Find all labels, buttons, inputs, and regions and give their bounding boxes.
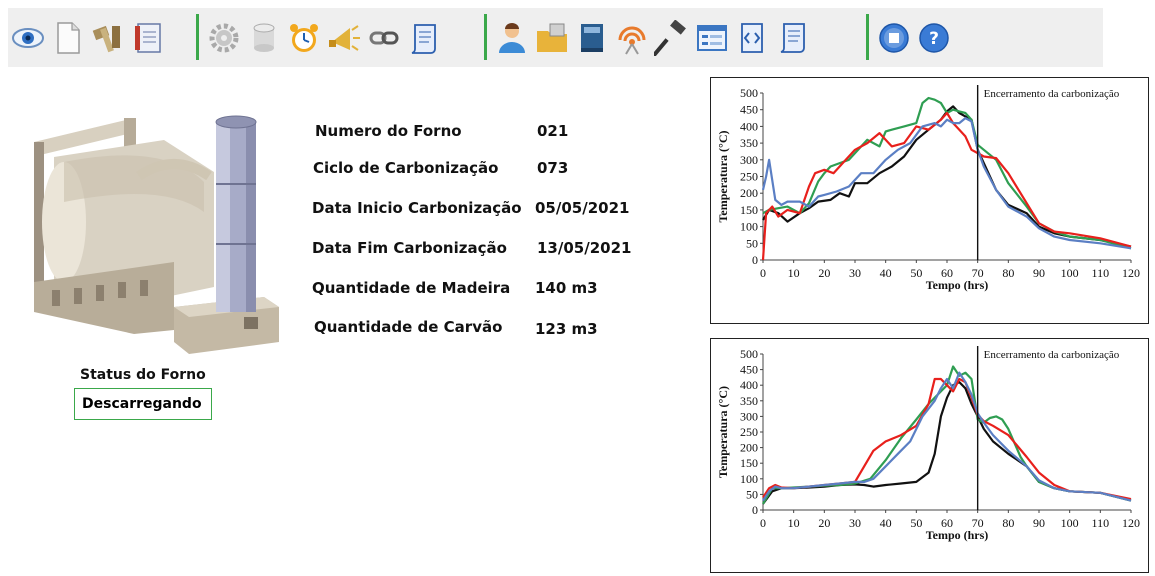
temperature-chart-2: 0 50 100 150 200 250 300 350 400 450 500 0 10 20 30 40 5… xyxy=(710,338,1149,573)
chart2-series-line-2 xyxy=(762,365,1132,505)
chart2-series-line-4 xyxy=(762,371,1132,502)
chart2-x-axis-title: Tempo (hrs) xyxy=(926,528,989,542)
toolbar-separator xyxy=(866,14,869,60)
hammer-tool-icon[interactable] xyxy=(90,20,126,56)
wood-quantity-value: 140 m3 xyxy=(535,279,598,297)
database-icon[interactable] xyxy=(246,20,282,56)
chart-svg-2: 0501001502002503003504004505000 10 20 30 40 5… xyxy=(716,346,1140,542)
toolbar-separator xyxy=(196,14,199,60)
oven-status-field: Descarregando xyxy=(74,388,212,420)
chart2-x-tick-label: 90 xyxy=(1033,516,1045,530)
chart1-y-tick-label: 250 xyxy=(740,170,758,184)
code-document-icon[interactable] xyxy=(734,20,770,56)
oven-number-label: Numero do Forno xyxy=(315,122,462,140)
chart2-x-tick-label: 100 xyxy=(1061,516,1079,530)
oven-status-label: Status do Forno xyxy=(80,367,206,383)
chart2-x-tick-label: 80 xyxy=(1002,516,1014,530)
alarm-clock-icon[interactable] xyxy=(286,20,322,56)
chart2-y-tick-label: 250 xyxy=(740,425,758,439)
hammer-icon[interactable] xyxy=(654,20,690,56)
gear-icon[interactable] xyxy=(206,20,242,56)
eye-icon[interactable] xyxy=(10,20,46,56)
chart2-carbonization-end-annotation: Encerramento da carbonização xyxy=(984,349,1120,361)
furnace-illustration xyxy=(24,112,294,362)
chart1-y-tick-label: 300 xyxy=(740,153,758,167)
chart1-x-tick-label: 120 xyxy=(1122,266,1140,280)
chart1-y-tick-label: 150 xyxy=(740,203,758,217)
chart1-y-tick-label: 450 xyxy=(740,103,758,117)
chart2-x-tick-label: 50 xyxy=(910,516,922,530)
chart1-carbonization-end-annotation: Encerramento da carbonização xyxy=(984,88,1120,100)
book-icon[interactable] xyxy=(574,20,610,56)
chart1-x-tick-label: 20 xyxy=(818,266,830,280)
chart1-y-tick-label: 200 xyxy=(740,186,758,200)
chart2-y-tick-label: 200 xyxy=(740,441,758,455)
chart1-x-tick-label: 0 xyxy=(760,266,766,280)
chart2-x-tick-label: 110 xyxy=(1092,516,1110,530)
chart2-y-tick-label: 350 xyxy=(740,394,758,408)
script-icon[interactable] xyxy=(774,20,810,56)
broadcast-icon[interactable] xyxy=(614,20,650,56)
chart1-x-tick-label: 100 xyxy=(1061,266,1079,280)
carbonization-cycle-value: 073 xyxy=(537,159,569,177)
chart-svg-1: 0 50 100 150 200 250 300 350 400 450 500 0 10 20 30 40 5… xyxy=(716,85,1140,292)
wood-quantity-label: Quantidade de Madeira xyxy=(312,279,511,297)
chart2-y-tick-label: 0 xyxy=(752,503,758,517)
help-icon[interactable]: ? xyxy=(916,20,952,56)
chart2-y-tick-label: 150 xyxy=(740,456,758,470)
toolbar: ? xyxy=(8,8,1103,67)
chart2-x-tick-label: 10 xyxy=(788,516,800,530)
folder-icon[interactable] xyxy=(534,20,570,56)
scroll-icon[interactable] xyxy=(406,20,442,56)
chart2-y-tick-label: 500 xyxy=(740,347,758,361)
chart1-series-line-1 xyxy=(762,105,1132,248)
oven-status-value: Descarregando xyxy=(82,396,202,412)
chart2-x-tick-label: 20 xyxy=(818,516,830,530)
carbonization-cycle-label: Ciclo de Carbonização xyxy=(313,159,499,177)
chart2-y-tick-label: 400 xyxy=(740,378,758,392)
chart1-x-tick-label: 90 xyxy=(1033,266,1045,280)
chart1-y-tick-label: 100 xyxy=(740,220,758,234)
start-date-label: Data Inicio Carbonização xyxy=(312,199,522,217)
form-icon[interactable] xyxy=(694,20,730,56)
stop-icon[interactable] xyxy=(876,20,912,56)
chart1-y-tick-label: 400 xyxy=(740,119,758,133)
chart2-y-tick-label: 300 xyxy=(740,409,758,423)
chart2-y-tick-label: 100 xyxy=(740,472,758,486)
charcoal-quantity-label: Quantidade de Carvão xyxy=(314,318,503,336)
chart2-x-tick-label: 0 xyxy=(760,516,766,530)
chart1-y-tick-label: 350 xyxy=(740,136,758,150)
end-date-value: 13/05/2021 xyxy=(537,239,632,257)
chart2-y-axis-title: Temperatura (°C) xyxy=(716,386,730,478)
chart2-x-tick-label: 40 xyxy=(880,516,892,530)
new-document-icon[interactable] xyxy=(50,20,86,56)
chart2-x-tick-label: 30 xyxy=(849,516,861,530)
svg-text:?: ? xyxy=(929,29,939,49)
chart2-y-tick-label: 50 xyxy=(746,487,758,501)
chart1-y-tick-label: 50 xyxy=(746,236,758,250)
horn-icon[interactable] xyxy=(326,20,362,56)
end-date-label: Data Fim Carbonização xyxy=(312,239,507,257)
chart1-x-tick-label: 110 xyxy=(1092,266,1110,280)
chart1-x-tick-label: 30 xyxy=(849,266,861,280)
chart1-x-tick-label: 40 xyxy=(880,266,892,280)
chart1-x-tick-label: 10 xyxy=(788,266,800,280)
oven-number-value: 021 xyxy=(537,122,569,140)
user-icon[interactable] xyxy=(494,20,530,56)
notebook-icon[interactable] xyxy=(130,20,166,56)
chart2-x-tick-label: 120 xyxy=(1122,516,1140,530)
chart1-y-axis-title: Temperatura (°C) xyxy=(716,130,730,222)
chart1-x-axis-title: Tempo (hrs) xyxy=(926,278,989,292)
toolbar-separator xyxy=(484,14,487,60)
chart1-x-tick-label: 80 xyxy=(1002,266,1014,280)
chart2-y-tick-label: 450 xyxy=(740,363,758,377)
start-date-value: 05/05/2021 xyxy=(535,199,630,217)
temperature-chart-1: 0 50 100 150 200 250 300 350 400 450 500 0 10 20 30 40 5… xyxy=(710,77,1149,324)
charcoal-quantity-value: 123 m3 xyxy=(535,320,598,338)
chart1-y-tick-label: 500 xyxy=(740,86,758,100)
chart1-y-tick-label: 0 xyxy=(752,253,758,267)
link-icon[interactable] xyxy=(366,20,402,56)
chart1-x-tick-label: 50 xyxy=(910,266,922,280)
